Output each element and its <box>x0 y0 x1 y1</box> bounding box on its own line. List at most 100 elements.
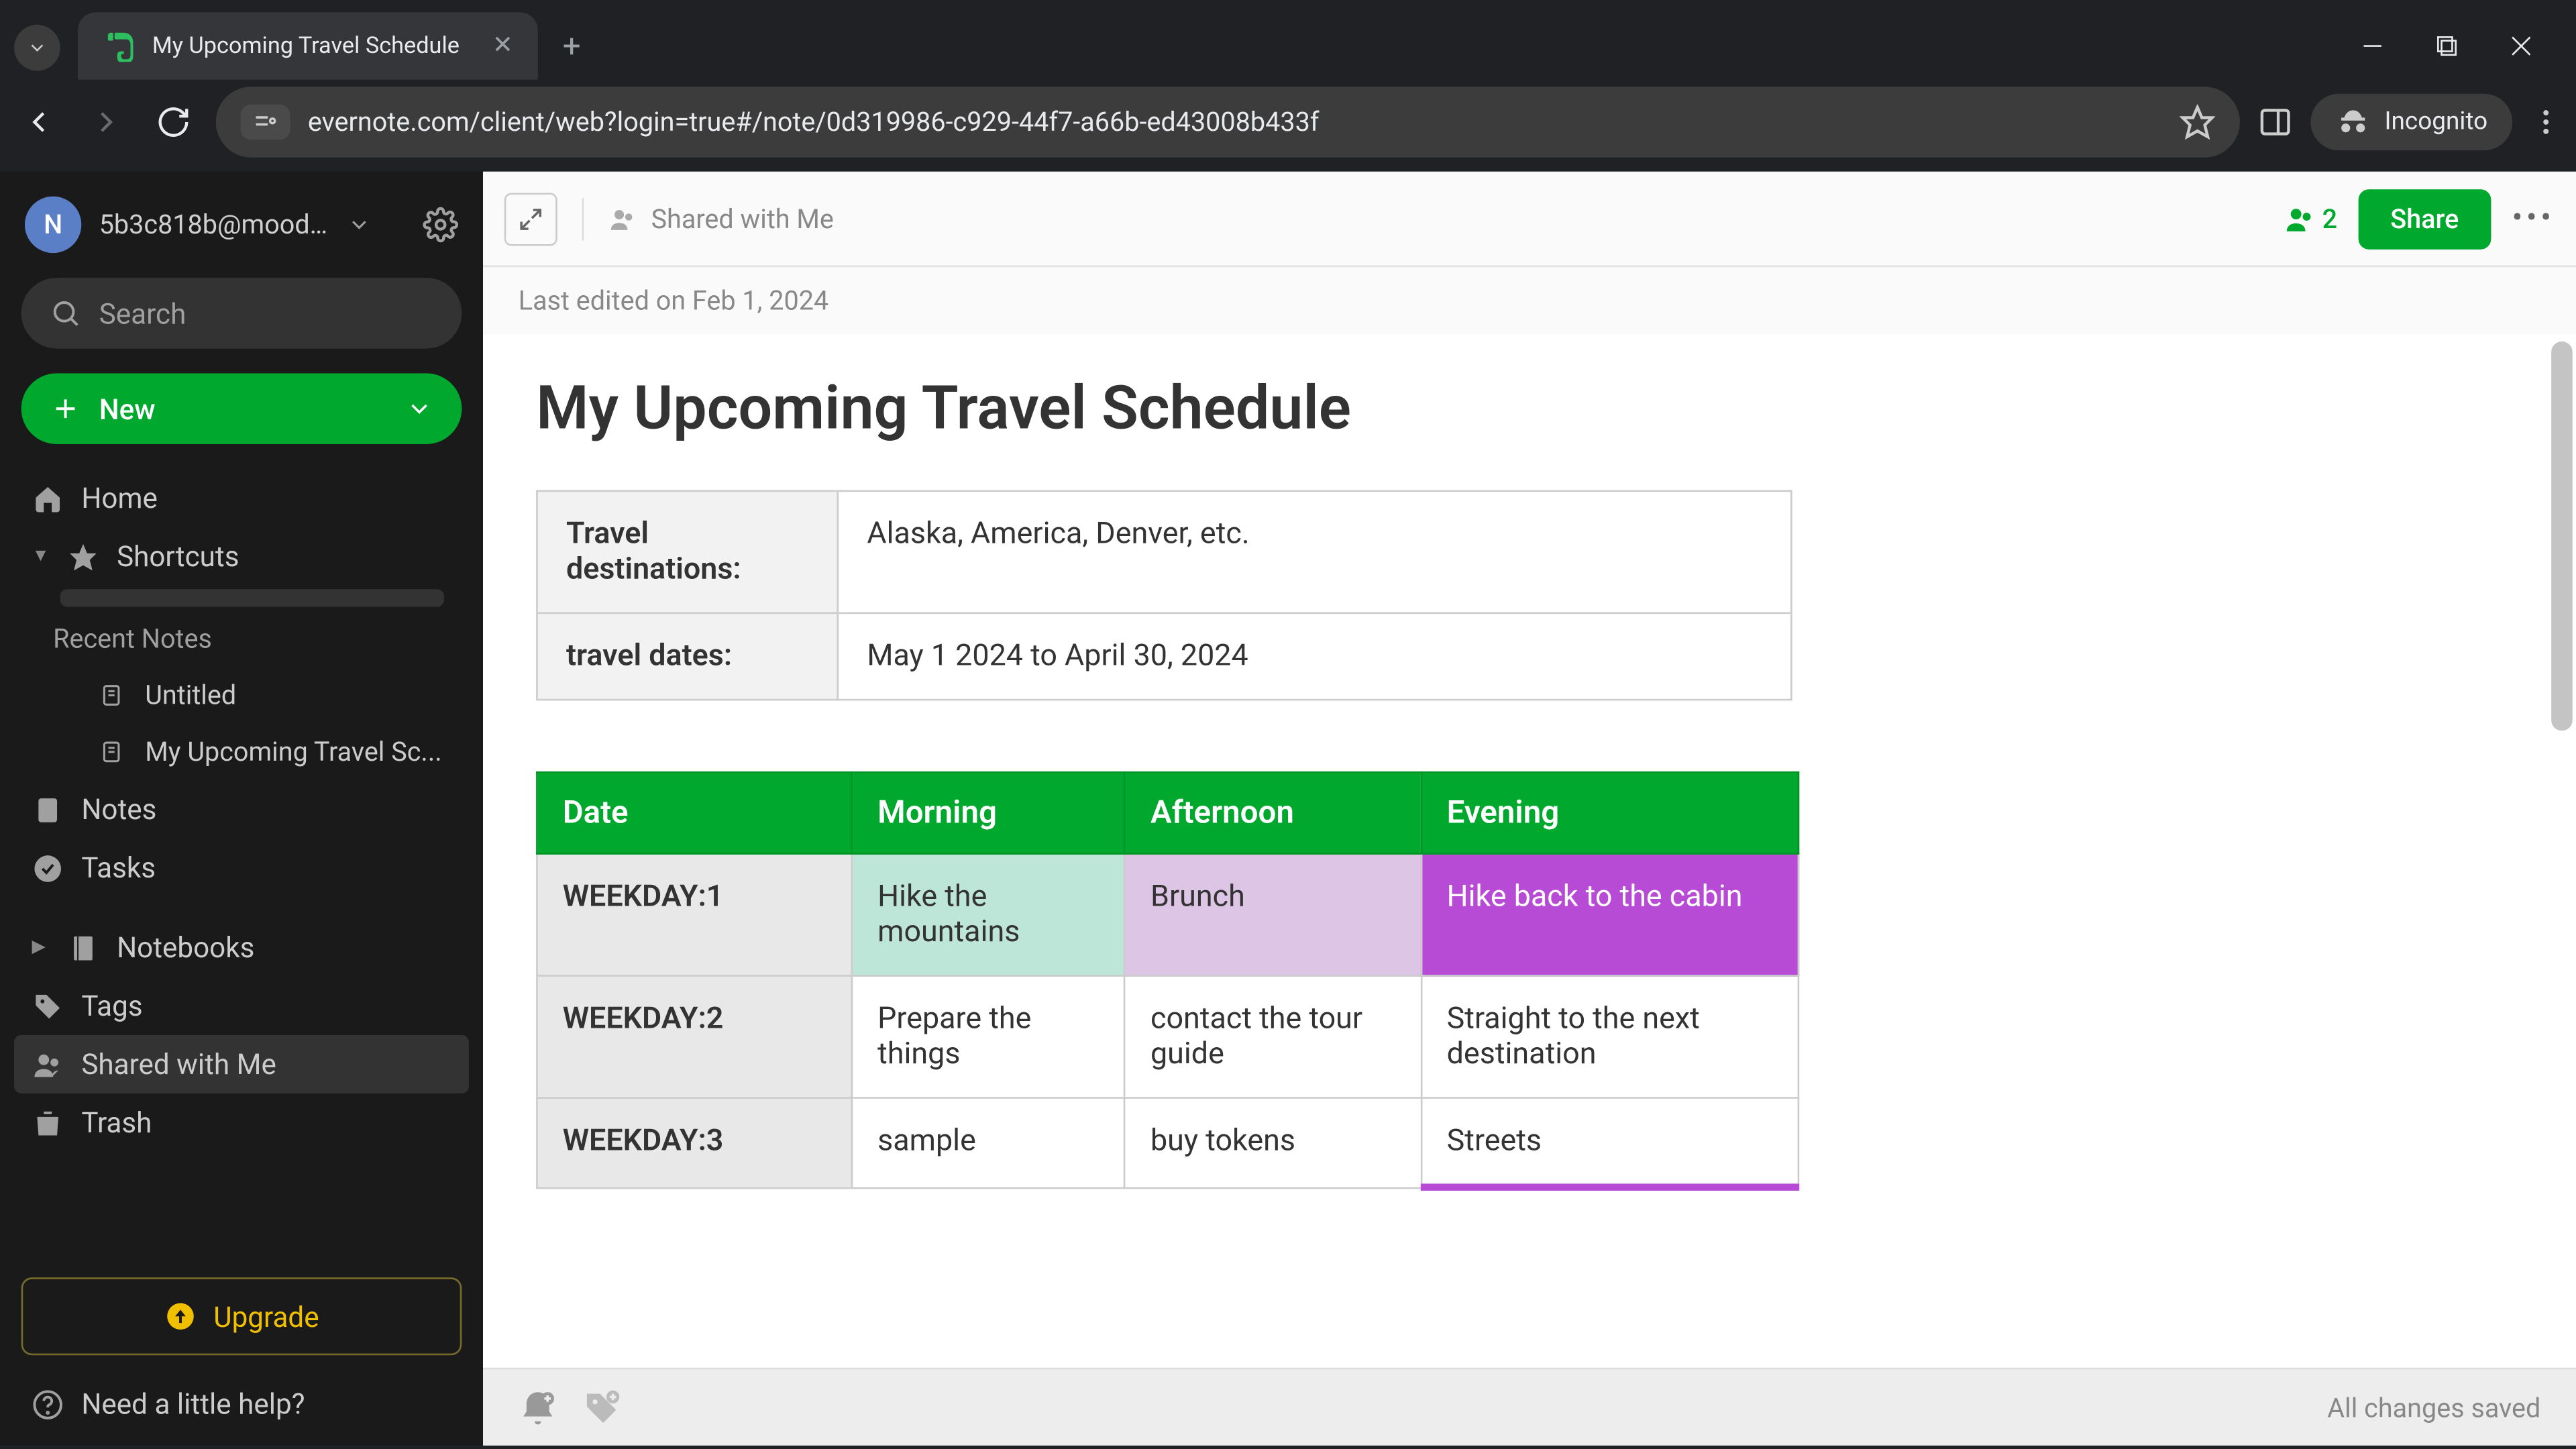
back-button[interactable] <box>14 97 64 147</box>
expand-icon[interactable]: ▶ <box>32 938 49 957</box>
recent-note-item[interactable]: Untitled <box>14 667 469 723</box>
table-row: WEEKDAY:3 sample buy tokens Streets <box>537 1098 1798 1187</box>
scrollbar-thumb[interactable] <box>2551 341 2573 731</box>
recent-note-item[interactable]: My Upcoming Travel Sc... <box>14 724 469 780</box>
recent-note-label: My Upcoming Travel Sc... <box>145 736 441 767</box>
incognito-indicator[interactable]: Incognito <box>2310 94 2512 150</box>
browser-menu-icon[interactable] <box>2530 106 2561 138</box>
incognito-icon <box>2335 105 2371 140</box>
sidebar-item-home[interactable]: Home <box>14 469 469 527</box>
site-info-icon[interactable] <box>241 105 290 140</box>
close-tab-icon[interactable]: ✕ <box>492 32 513 60</box>
address-bar[interactable]: evernote.com/client/web?login=true#/note… <box>216 87 2239 157</box>
day-cell[interactable]: WEEKDAY:1 <box>537 854 851 976</box>
note-body[interactable]: My Upcoming Travel Schedule Travel desti… <box>483 334 2576 1367</box>
minimize-icon[interactable] <box>2360 33 2385 58</box>
maximize-icon[interactable] <box>2434 33 2459 58</box>
search-icon <box>50 297 81 329</box>
user-name[interactable]: 5b3c818b@mood... <box>99 209 329 240</box>
browser-tab[interactable]: My Upcoming Travel Schedule ✕ <box>78 12 538 79</box>
info-table[interactable]: Travel destinations: Alaska, America, De… <box>536 490 1792 701</box>
star-icon <box>67 541 99 572</box>
morning-cell[interactable]: Hike the mountains <box>852 854 1125 976</box>
table-row: WEEKDAY:1 Hike the mountains Brunch Hike… <box>537 854 1798 976</box>
tag-icon <box>32 990 63 1022</box>
share-count-value: 2 <box>2322 203 2338 234</box>
info-value[interactable]: May 1 2024 to April 30, 2024 <box>838 613 1792 700</box>
new-label: New <box>99 392 156 425</box>
tasks-icon <box>32 852 63 883</box>
note-title[interactable]: My Upcoming Travel Schedule <box>536 373 2523 443</box>
recent-notes-header: Recent Notes <box>14 610 469 667</box>
bookmark-icon[interactable] <box>2180 105 2215 140</box>
note-topbar: Shared with Me 2 Share ••• <box>483 172 2576 267</box>
new-button[interactable]: New <box>21 373 462 443</box>
collapse-icon[interactable]: ▼ <box>32 547 49 566</box>
upgrade-button[interactable]: Upgrade <box>21 1277 462 1355</box>
notebook-icon <box>67 932 99 963</box>
afternoon-cell[interactable]: Brunch <box>1125 854 1421 976</box>
forward-button[interactable] <box>81 97 131 147</box>
sidebar-notebooks-label: Notebooks <box>117 930 254 964</box>
expand-note-button[interactable] <box>504 192 557 245</box>
home-icon <box>32 482 63 514</box>
side-panel-icon[interactable] <box>2257 105 2293 140</box>
help-icon <box>32 1388 63 1419</box>
tab-search-button[interactable] <box>14 24 60 70</box>
new-tab-button[interactable]: + <box>563 28 581 65</box>
sidebar-item-tags[interactable]: Tags <box>14 977 469 1035</box>
col-morning[interactable]: Morning <box>852 772 1125 853</box>
share-button-label: Share <box>2390 203 2459 234</box>
people-icon <box>2284 203 2315 234</box>
account-dropdown-icon[interactable] <box>347 212 372 237</box>
url-text: evernote.com/client/web?login=true#/note… <box>308 106 1320 138</box>
share-button[interactable]: Share <box>2359 189 2491 249</box>
divider <box>582 197 584 239</box>
table-row: travel dates: May 1 2024 to April 30, 20… <box>537 613 1791 700</box>
close-window-icon[interactable] <box>2509 33 2534 58</box>
help-label: Need a little help? <box>81 1387 305 1421</box>
sidebar-item-notebooks[interactable]: ▶ Notebooks <box>14 918 469 977</box>
sidebar-item-trash[interactable]: Trash <box>14 1093 469 1152</box>
add-tag-icon[interactable] <box>582 1388 621 1427</box>
col-afternoon[interactable]: Afternoon <box>1125 772 1421 853</box>
avatar-initial: N <box>44 209 62 240</box>
recent-note-label: Untitled <box>145 680 236 711</box>
day-cell[interactable]: WEEKDAY:2 <box>537 976 851 1098</box>
sidebar-item-tasks[interactable]: Tasks <box>14 839 469 897</box>
evening-cell[interactable]: Streets <box>1421 1098 1799 1187</box>
settings-gear-icon[interactable] <box>423 207 458 243</box>
afternoon-cell[interactable]: buy tokens <box>1125 1098 1421 1187</box>
evening-cell[interactable]: Straight to the next destination <box>1421 976 1799 1098</box>
morning-cell[interactable]: sample <box>852 1098 1125 1187</box>
user-avatar[interactable]: N <box>25 197 81 253</box>
table-row: WEEKDAY:2 Prepare the things contact the… <box>537 976 1798 1098</box>
evening-cell[interactable]: Hike back to the cabin <box>1421 854 1799 976</box>
schedule-table[interactable]: Date Morning Afternoon Evening WEEKDAY:1… <box>536 771 1799 1191</box>
notes-icon <box>32 794 63 825</box>
day-cell[interactable]: WEEKDAY:3 <box>537 1098 851 1187</box>
sidebar-item-shared[interactable]: Shared with Me <box>14 1035 469 1093</box>
share-count[interactable]: 2 <box>2284 203 2338 234</box>
plus-icon <box>50 393 81 425</box>
sidebar-notes-label: Notes <box>81 793 156 826</box>
col-evening[interactable]: Evening <box>1421 772 1799 853</box>
sidebar-item-notes[interactable]: Notes <box>14 780 469 839</box>
info-label[interactable]: Travel destinations: <box>537 491 837 613</box>
search-input[interactable]: Search <box>21 278 462 348</box>
help-link[interactable]: Need a little help? <box>14 1369 469 1428</box>
sidebar-shortcuts-label: Shortcuts <box>117 539 239 573</box>
shortcut-placeholder <box>60 589 444 606</box>
reload-button[interactable] <box>149 97 199 147</box>
afternoon-cell[interactable]: contact the tour guide <box>1125 976 1421 1098</box>
sidebar-item-shortcuts[interactable]: ▼ Shortcuts <box>14 527 469 586</box>
add-reminder-icon[interactable] <box>519 1388 557 1427</box>
info-value[interactable]: Alaska, America, Denver, etc. <box>838 491 1792 613</box>
info-label[interactable]: travel dates: <box>537 613 837 700</box>
note-more-menu[interactable]: ••• <box>2512 200 2555 237</box>
last-edited-label: Last edited on Feb 1, 2024 <box>483 267 2576 334</box>
breadcrumb-shared[interactable]: Shared with Me <box>608 203 834 234</box>
morning-cell[interactable]: Prepare the things <box>852 976 1125 1098</box>
col-date[interactable]: Date <box>537 772 851 853</box>
people-icon <box>32 1049 63 1080</box>
